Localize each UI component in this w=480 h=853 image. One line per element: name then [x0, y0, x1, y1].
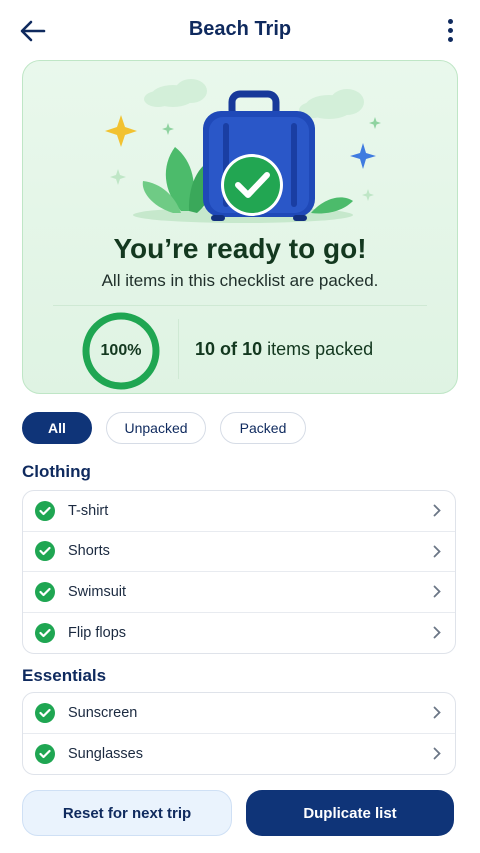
- check-circle-icon: [35, 541, 55, 562]
- item-label: Sunglasses: [68, 745, 143, 762]
- filter-tabs: All Unpacked Packed: [22, 412, 306, 444]
- progress-percent: 100%: [100, 342, 142, 359]
- divider: [178, 319, 179, 379]
- duplicate-list-button[interactable]: Duplicate list: [246, 790, 454, 836]
- chevron-right-icon: [431, 626, 443, 640]
- chevron-right-icon: [431, 504, 443, 518]
- item-label: T-shirt: [68, 502, 109, 519]
- item-label: Sunscreen: [68, 704, 138, 721]
- list-item[interactable]: Sunglasses: [23, 734, 455, 775]
- reset-button[interactable]: Reset for next trip: [22, 790, 232, 836]
- check-circle-icon: [35, 581, 55, 602]
- app-header: Beach Trip: [0, 0, 480, 60]
- clothing-list: T-shirt Shorts Swimsuit Flip flops: [22, 490, 456, 654]
- section-title-essentials: Essentials: [22, 666, 107, 685]
- divider: [53, 305, 427, 306]
- essentials-list: Sunscreen Sunglasses: [22, 692, 456, 775]
- packed-suitcase-illustration: [105, 79, 381, 223]
- filter-all[interactable]: All: [22, 412, 92, 444]
- filter-packed[interactable]: Packed: [220, 412, 306, 444]
- more-options-button[interactable]: [442, 16, 458, 44]
- page-title: Beach Trip: [188, 18, 292, 40]
- item-label: Shorts: [68, 543, 110, 560]
- ready-subtitle: All items in this checklist are packed.: [101, 271, 379, 290]
- list-item[interactable]: Sunscreen: [23, 693, 455, 734]
- chevron-right-icon: [431, 747, 443, 761]
- item-label: Swimsuit: [68, 583, 127, 600]
- bottom-actions: Reset for next trip Duplicate list: [22, 790, 454, 836]
- check-circle-icon: [35, 743, 55, 764]
- packed-of: of: [220, 339, 238, 359]
- chevron-right-icon: [431, 544, 443, 558]
- more-vertical-icon: [447, 18, 453, 24]
- check-circle-icon: [35, 702, 55, 723]
- list-item[interactable]: Flip flops: [23, 613, 455, 654]
- section-title-clothing: Clothing: [22, 462, 91, 481]
- ready-title: You’re ready to go!: [113, 233, 367, 264]
- packed-done-count: 10: [195, 339, 216, 359]
- chevron-right-icon: [431, 585, 443, 599]
- packed-count-text: 10 of 10 items packed: [195, 339, 373, 360]
- packed-suffix: items packed: [267, 339, 374, 359]
- packed-total-count: 10: [242, 339, 263, 359]
- item-label: Flip flops: [68, 624, 127, 641]
- ready-summary-card: You’re ready to go! All items in this ch…: [22, 60, 458, 394]
- filter-unpacked[interactable]: Unpacked: [106, 412, 206, 444]
- list-item[interactable]: Swimsuit: [23, 572, 455, 613]
- check-circle-icon: [35, 500, 55, 521]
- list-item[interactable]: Shorts: [23, 532, 455, 572]
- check-circle-icon: [35, 622, 55, 643]
- list-item[interactable]: T-shirt: [23, 491, 455, 532]
- chevron-right-icon: [431, 706, 443, 720]
